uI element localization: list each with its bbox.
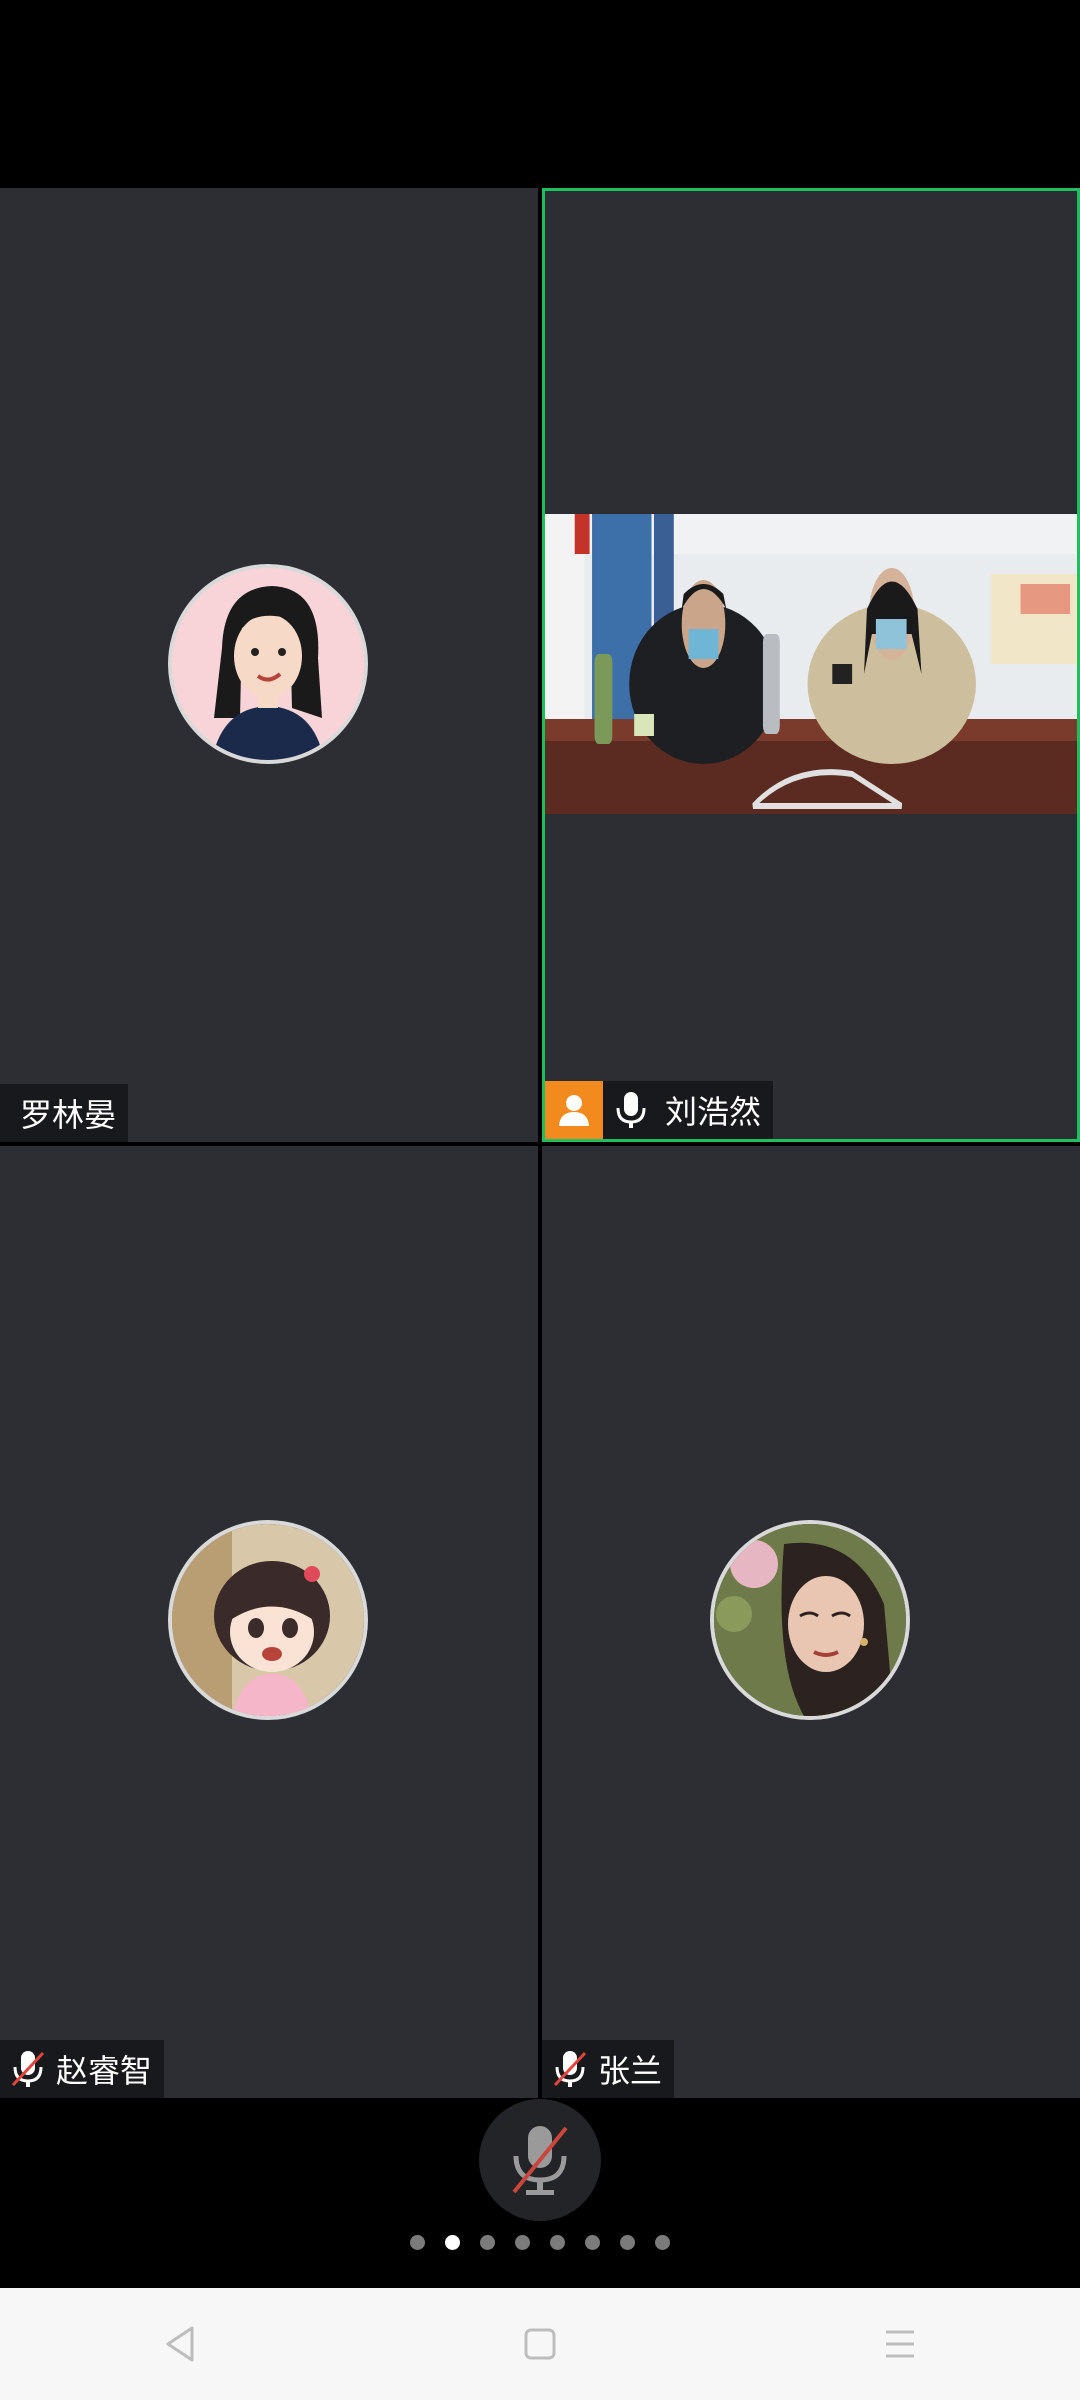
page-dot-current[interactable] <box>445 2234 460 2250</box>
participant-avatar <box>168 1520 368 1720</box>
host-badge <box>545 1081 603 1139</box>
microphone-status <box>542 2040 598 2098</box>
participant-name: 赵睿智 <box>56 2052 153 2090</box>
microphone-status <box>0 2040 56 2098</box>
microphone-status <box>603 1081 659 1139</box>
page-dot[interactable] <box>515 2234 530 2250</box>
page-dot[interactable] <box>620 2234 635 2250</box>
participant-name: 刘浩然 <box>665 1093 762 1131</box>
microphone-muted-icon <box>11 2051 45 2087</box>
page-dot[interactable] <box>550 2234 565 2250</box>
home-square-icon <box>524 2328 556 2360</box>
participant-tile-1[interactable]: 罗林晏 <box>0 188 538 1142</box>
participant-name: 罗林晏 <box>20 1096 117 1134</box>
back-triangle-icon <box>166 2326 194 2362</box>
home-button[interactable] <box>480 2304 600 2384</box>
system-navigation-bar <box>0 2288 1080 2400</box>
page-indicator <box>0 2232 1080 2252</box>
recents-button[interactable] <box>840 2304 960 2384</box>
participant-video-feed <box>545 514 1077 814</box>
back-button[interactable] <box>120 2304 240 2384</box>
participant-name-tag: 赵睿智 <box>0 2040 165 2098</box>
mute-toggle-button[interactable] <box>479 2099 601 2221</box>
participant-avatar <box>168 564 368 764</box>
microphone-icon <box>616 1092 646 1128</box>
participant-name-tag: 罗林晏 <box>0 1084 129 1142</box>
page-dot[interactable] <box>410 2234 425 2250</box>
status-bar-area <box>0 0 1080 188</box>
participant-avatar <box>710 1520 910 1720</box>
microphone-muted-icon <box>512 2126 568 2195</box>
page-dot[interactable] <box>480 2234 495 2250</box>
microphone-muted-icon <box>553 2051 587 2087</box>
recents-menu-icon <box>886 2330 914 2358</box>
page-dot[interactable] <box>655 2234 670 2250</box>
page-dot[interactable] <box>585 2234 600 2250</box>
participant-tile-2[interactable]: 刘浩然 <box>542 188 1080 1142</box>
participant-tile-3[interactable]: 赵睿智 <box>0 1146 538 2098</box>
participant-tile-4[interactable]: 张兰 <box>542 1146 1080 2098</box>
participant-name: 张兰 <box>598 2052 663 2090</box>
participant-name-tag: 刘浩然 <box>545 1081 774 1139</box>
person-icon <box>559 1095 589 1126</box>
participant-name-tag: 张兰 <box>542 2040 675 2098</box>
